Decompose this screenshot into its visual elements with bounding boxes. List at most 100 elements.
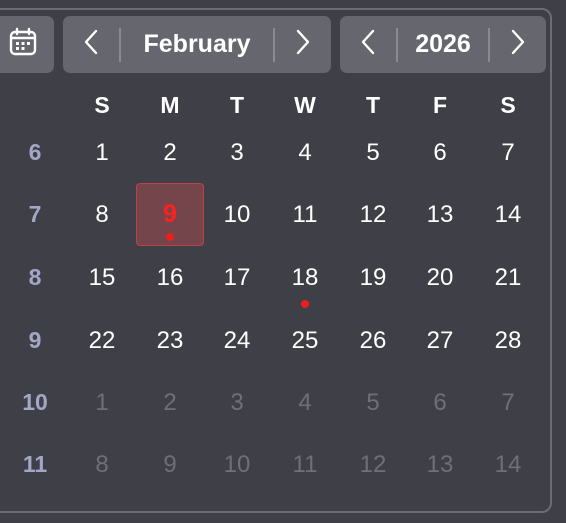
- day-number: 12: [359, 201, 387, 228]
- day-number: 16: [156, 264, 184, 291]
- day-number: 5: [366, 139, 380, 166]
- day-cell[interactable]: 25: [275, 313, 335, 369]
- prev-year-button[interactable]: [340, 16, 396, 73]
- day-number: 12: [359, 451, 387, 478]
- day-cell[interactable]: 2: [140, 125, 200, 181]
- weekday-header: S: [94, 92, 110, 118]
- day-number: 7: [501, 389, 515, 416]
- weekday-header: W: [294, 92, 316, 118]
- day-cell-next-month[interactable]: 5: [343, 375, 403, 431]
- day-cell-today[interactable]: 9: [136, 183, 204, 246]
- day-cell[interactable]: 27: [410, 313, 470, 369]
- day-number: 1: [95, 139, 109, 166]
- weekday-header: F: [432, 92, 448, 118]
- day-number: 10: [223, 451, 251, 478]
- day-cell[interactable]: 15: [72, 250, 132, 306]
- day-cell[interactable]: 19: [343, 250, 403, 306]
- day-cell-next-month[interactable]: 2: [140, 375, 200, 431]
- chevron-left-icon: [83, 29, 99, 60]
- day-number: 20: [426, 264, 454, 291]
- next-month-button[interactable]: [275, 16, 331, 73]
- next-year-button[interactable]: [490, 16, 546, 73]
- day-cell-next-month[interactable]: 9: [140, 437, 200, 493]
- day-cell[interactable]: 24: [207, 313, 267, 369]
- day-cell-next-month[interactable]: 14: [478, 437, 538, 493]
- weekday-header: T: [365, 92, 381, 118]
- day-number: 4: [298, 139, 312, 166]
- day-number: 25: [291, 327, 319, 354]
- day-cell[interactable]: 10: [207, 187, 267, 243]
- weekday-header: M: [160, 92, 180, 118]
- week-number: 11: [22, 451, 48, 477]
- day-number: 15: [88, 264, 116, 291]
- chevron-right-icon: [295, 29, 311, 60]
- day-number: 11: [292, 201, 318, 228]
- day-number: 28: [494, 327, 522, 354]
- day-cell-next-month[interactable]: 6: [410, 375, 470, 431]
- day-cell-next-month[interactable]: 1: [72, 375, 132, 431]
- weekday-header: S: [500, 92, 516, 118]
- day-cell-next-month[interactable]: 3: [207, 375, 267, 431]
- month-selector: February: [63, 16, 331, 73]
- day-number: 26: [359, 327, 387, 354]
- day-cell[interactable]: 1: [72, 125, 132, 181]
- day-cell[interactable]: 22: [72, 313, 132, 369]
- week-number: 9: [28, 327, 42, 353]
- calendar-button[interactable]: [0, 16, 54, 73]
- day-cell[interactable]: 11: [275, 187, 335, 243]
- day-number: 14: [494, 201, 522, 228]
- day-number: 11: [292, 451, 318, 478]
- day-cell[interactable]: 28: [478, 313, 538, 369]
- day-cell-next-month[interactable]: 10: [207, 437, 267, 493]
- day-cell[interactable]: 6: [410, 125, 470, 181]
- day-cell[interactable]: 16: [140, 250, 200, 306]
- day-cell[interactable]: 20: [410, 250, 470, 306]
- year-label[interactable]: 2026: [398, 30, 488, 59]
- day-number: 8: [95, 451, 109, 478]
- day-number: 19: [359, 264, 387, 291]
- day-number: 7: [501, 139, 515, 166]
- day-cell[interactable]: 5: [343, 125, 403, 181]
- day-cell[interactable]: 12: [343, 187, 403, 243]
- month-label[interactable]: February: [121, 30, 273, 59]
- day-cell[interactable]: 7: [478, 125, 538, 181]
- day-cell[interactable]: 8: [72, 187, 132, 243]
- day-number: 1: [95, 389, 109, 416]
- day-number: 8: [95, 201, 109, 228]
- chevron-left-icon: [360, 29, 376, 60]
- day-number: 18: [291, 264, 319, 291]
- prev-month-button[interactable]: [63, 16, 119, 73]
- day-cell-next-month[interactable]: 4: [275, 375, 335, 431]
- day-number: 2: [163, 139, 177, 166]
- day-cell[interactable]: 3: [207, 125, 267, 181]
- year-selector: 2026: [340, 16, 546, 73]
- calendar-icon: [8, 27, 38, 62]
- day-number: 9: [163, 200, 177, 228]
- week-number: 7: [28, 201, 42, 227]
- day-number: 22: [88, 327, 116, 354]
- day-number: 13: [426, 201, 454, 228]
- day-number: 14: [494, 451, 522, 478]
- week-number: 8: [28, 264, 42, 290]
- day-number: 21: [494, 264, 522, 291]
- day-cell[interactable]: 13: [410, 187, 470, 243]
- day-cell-next-month[interactable]: 11: [275, 437, 335, 493]
- day-cell-next-month[interactable]: 8: [72, 437, 132, 493]
- day-cell[interactable]: 18: [275, 250, 335, 308]
- day-cell[interactable]: 21: [478, 250, 538, 306]
- day-cell[interactable]: 26: [343, 313, 403, 369]
- day-number: 4: [298, 389, 312, 416]
- day-number: 13: [426, 451, 454, 478]
- day-cell[interactable]: 14: [478, 187, 538, 243]
- day-cell[interactable]: 23: [140, 313, 200, 369]
- day-cell-next-month[interactable]: 13: [410, 437, 470, 493]
- day-cell-next-month[interactable]: 7: [478, 375, 538, 431]
- day-number: 23: [156, 327, 184, 354]
- day-cell[interactable]: 17: [207, 250, 267, 306]
- weekday-header: T: [229, 92, 245, 118]
- day-number: 5: [366, 389, 380, 416]
- event-dot: [166, 233, 174, 241]
- day-cell-next-month[interactable]: 12: [343, 437, 403, 493]
- day-cell[interactable]: 4: [275, 125, 335, 181]
- day-number: 10: [223, 201, 251, 228]
